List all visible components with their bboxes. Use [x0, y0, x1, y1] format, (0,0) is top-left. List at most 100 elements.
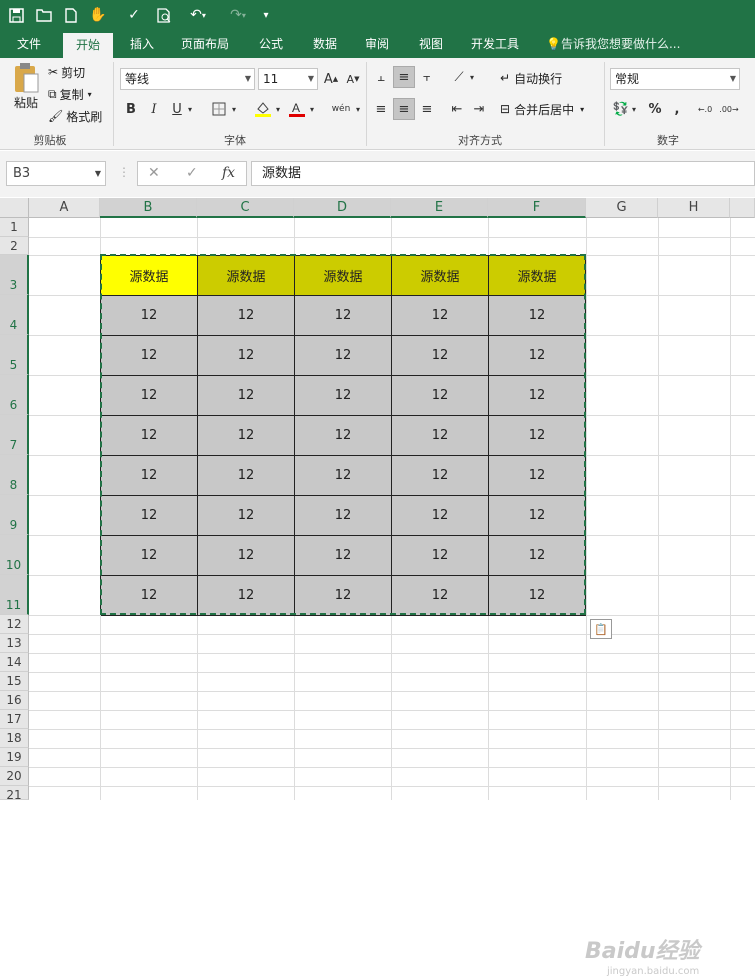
table-cell[interactable]: 12 — [101, 296, 198, 336]
row-header-7[interactable]: 7 — [0, 415, 29, 455]
tab-formulas[interactable]: 公式 — [248, 31, 294, 58]
align-bottom-icon[interactable]: ⫟ — [416, 66, 438, 88]
font-name-select[interactable]: 等线 ▼ — [120, 68, 255, 90]
tab-page-layout[interactable]: 页面布局 — [172, 31, 238, 58]
increase-font-icon[interactable]: A ▲ — [320, 68, 342, 90]
column-header-f[interactable]: F — [488, 198, 586, 218]
undo-icon[interactable]: ↶ ▾ — [183, 5, 213, 25]
tab-data[interactable]: 数据 — [302, 31, 348, 58]
row-header-19[interactable]: 19 — [0, 748, 29, 767]
decrease-indent-icon[interactable]: ⇤ — [446, 98, 468, 120]
row-header-21[interactable]: 21 — [0, 786, 29, 800]
chevron-down-icon[interactable]: ▾ — [466, 66, 478, 88]
table-cell[interactable]: 12 — [101, 496, 198, 536]
resize-dots-icon[interactable]: ⋮ — [118, 165, 130, 179]
table-cell[interactable]: 12 — [392, 336, 489, 376]
row-header-5[interactable]: 5 — [0, 335, 29, 375]
row-header-4[interactable]: 4 — [0, 295, 29, 335]
customize-toolbar-icon[interactable]: ▾ — [258, 5, 274, 25]
row-header-13[interactable]: 13 — [0, 634, 29, 653]
table-cell[interactable]: 12 — [295, 376, 392, 416]
row-header-15[interactable]: 15 — [0, 672, 29, 691]
chevron-down-icon[interactable]: ▾ — [306, 98, 318, 120]
row-header-6[interactable]: 6 — [0, 375, 29, 415]
chevron-down-icon[interactable]: ▾ — [628, 98, 640, 120]
row-header-11[interactable]: 11 — [0, 575, 29, 615]
align-middle-icon[interactable]: ≡ — [393, 66, 415, 88]
phonetic-guide-button[interactable]: wén — [330, 98, 352, 120]
fill-color-icon[interactable] — [252, 98, 274, 120]
column-header-a[interactable]: A — [29, 198, 100, 218]
align-top-icon[interactable]: ⫠ — [370, 66, 392, 88]
merge-center-button[interactable]: ⊟ 合并后居中 ▾ — [500, 99, 584, 119]
print-preview-icon[interactable] — [154, 5, 174, 25]
save-icon[interactable] — [6, 5, 26, 25]
tab-review[interactable]: 审阅 — [354, 31, 400, 58]
table-cell[interactable]: 12 — [101, 376, 198, 416]
table-cell[interactable]: 12 — [392, 376, 489, 416]
table-cell[interactable]: 12 — [295, 576, 392, 616]
table-cell[interactable]: 12 — [489, 536, 586, 576]
row-header-1[interactable]: 1 — [0, 218, 29, 237]
table-header-cell[interactable]: 源数据 — [295, 256, 392, 296]
paste-button[interactable]: 粘贴 — [8, 62, 44, 122]
cancel-icon[interactable]: ✕ — [148, 165, 160, 181]
format-painter-button[interactable]: 🖌 格式刷 — [48, 106, 102, 126]
table-cell[interactable]: 12 — [101, 536, 198, 576]
table-cell[interactable]: 12 — [392, 576, 489, 616]
tell-me-box[interactable]: 💡告诉我您想要做什么... — [546, 31, 686, 58]
table-cell[interactable]: 12 — [392, 416, 489, 456]
row-header-10[interactable]: 10 — [0, 535, 29, 575]
font-size-select[interactable]: 11 ▼ — [258, 68, 318, 90]
row-header-9[interactable]: 9 — [0, 495, 29, 535]
table-cell[interactable]: 12 — [489, 416, 586, 456]
table-cell[interactable]: 12 — [198, 416, 295, 456]
table-cell[interactable]: 12 — [295, 416, 392, 456]
row-header-20[interactable]: 20 — [0, 767, 29, 786]
new-file-icon[interactable] — [62, 5, 80, 25]
column-header-h[interactable]: H — [658, 198, 730, 218]
chevron-down-icon[interactable]: ▾ — [272, 98, 284, 120]
formula-input[interactable]: 源数据 — [251, 161, 755, 186]
row-header-2[interactable]: 2 — [0, 237, 29, 255]
cut-button[interactable]: ✂ 剪切 — [48, 62, 85, 82]
table-cell[interactable]: 12 — [489, 336, 586, 376]
name-box[interactable]: B3 ▼ — [6, 161, 106, 186]
table-cell[interactable]: 12 — [489, 456, 586, 496]
row-header-12[interactable]: 12 — [0, 615, 29, 634]
table-cell[interactable]: 12 — [198, 496, 295, 536]
table-cell[interactable]: 12 — [198, 576, 295, 616]
copy-button[interactable]: ⧉ 复制 ▾ — [48, 84, 92, 104]
column-header-b[interactable]: B — [100, 198, 197, 218]
table-cell[interactable]: 12 — [198, 376, 295, 416]
percent-button[interactable]: % — [644, 98, 666, 120]
table-cell[interactable]: 12 — [198, 536, 295, 576]
table-cell[interactable]: 12 — [489, 496, 586, 536]
align-right-icon[interactable]: ≡ — [416, 98, 438, 120]
tab-developer[interactable]: 开发工具 — [462, 31, 528, 58]
decrease-font-icon[interactable]: A ▼ — [342, 68, 364, 90]
table-cell[interactable]: 12 — [101, 456, 198, 496]
table-cell[interactable]: 12 — [489, 576, 586, 616]
align-center-icon[interactable]: ≡ — [393, 98, 415, 120]
row-header-14[interactable]: 14 — [0, 653, 29, 672]
open-folder-icon[interactable] — [34, 5, 54, 25]
column-header-i[interactable] — [730, 198, 755, 218]
table-cell[interactable]: 12 — [198, 336, 295, 376]
column-header-d[interactable]: D — [294, 198, 391, 218]
row-header-3[interactable]: 3 — [0, 255, 29, 295]
table-cell[interactable]: 12 — [392, 536, 489, 576]
table-cell[interactable]: 12 — [392, 456, 489, 496]
tab-view[interactable]: 视图 — [408, 31, 454, 58]
table-cell[interactable]: 12 — [295, 336, 392, 376]
chevron-down-icon[interactable]: ▾ — [228, 98, 240, 120]
bold-button[interactable]: B — [120, 98, 142, 120]
decrease-decimal-icon[interactable]: .00→ — [718, 98, 740, 120]
increase-indent-icon[interactable]: ⇥ — [468, 98, 490, 120]
align-left-icon[interactable]: ≡ — [370, 98, 392, 120]
font-color-icon[interactable]: A — [286, 98, 308, 120]
table-header-cell[interactable]: 源数据 — [198, 256, 295, 296]
tab-insert[interactable]: 插入 — [118, 31, 166, 58]
table-cell[interactable]: 12 — [295, 296, 392, 336]
paste-options-icon[interactable]: 📋 — [590, 619, 612, 639]
